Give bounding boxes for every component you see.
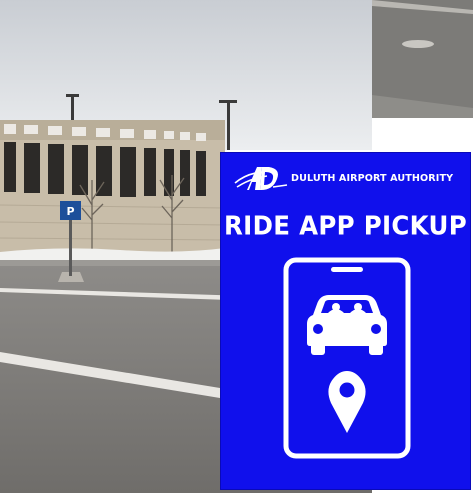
- organization-name: DULUTH AIRPORT AUTHORITY: [291, 172, 454, 184]
- pavement-closeup-photo: [372, 0, 473, 118]
- sign-header: DULUTH AIRPORT AUTHORITY: [233, 161, 466, 195]
- ride-app-pickup-sign: DULUTH AIRPORT AUTHORITY RIDE APP PICKUP: [221, 153, 470, 489]
- sign-title: RIDE APP PICKUP: [224, 210, 467, 241]
- duluth-airport-logo-icon: [234, 167, 288, 190]
- location-pin-icon: [328, 371, 366, 433]
- signpost: [69, 218, 72, 276]
- smartphone-icon: [283, 257, 411, 459]
- light-pole: [227, 102, 230, 150]
- svg-text:P: P: [66, 205, 74, 218]
